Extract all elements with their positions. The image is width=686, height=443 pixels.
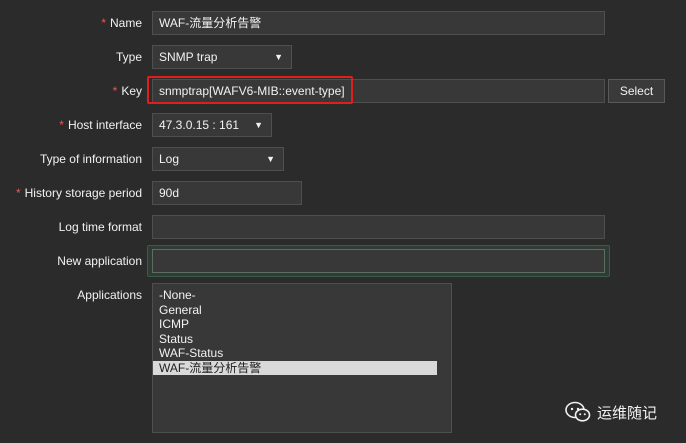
watermark: 运维随记 xyxy=(565,398,657,426)
row-host-interface: * Host interface 47.3.0.15 : 161 ▼ xyxy=(0,112,686,138)
key-highlight-box xyxy=(147,76,353,104)
required-marker: * xyxy=(59,118,64,132)
chevron-down-icon: ▼ xyxy=(266,154,275,164)
required-marker: * xyxy=(112,84,118,98)
name-input[interactable]: WAF-流量分析告警 xyxy=(152,11,605,35)
host-interface-value: 47.3.0.15 : 161 xyxy=(159,118,240,132)
applications-listbox[interactable]: -None- General ICMP Status WAF-Status WA… xyxy=(152,283,452,433)
watermark-text: 运维随记 xyxy=(597,403,658,422)
chevron-down-icon: ▼ xyxy=(274,52,283,62)
chevron-down-icon: ▼ xyxy=(254,120,263,130)
key-label: * Key xyxy=(112,84,142,98)
row-type: Type SNMP trap ▼ xyxy=(0,44,686,70)
new-application-label: New application xyxy=(57,254,142,268)
application-option[interactable]: General xyxy=(153,303,437,318)
row-history: * History storage period 90d xyxy=(0,180,686,206)
log-time-format-input[interactable] xyxy=(152,215,605,239)
row-log-time-format: Log time format xyxy=(0,214,686,240)
required-marker: * xyxy=(101,16,106,30)
type-select[interactable]: SNMP trap ▼ xyxy=(152,45,292,69)
wechat-icon xyxy=(565,401,591,423)
type-value: SNMP trap xyxy=(159,50,218,64)
type-of-information-value: Log xyxy=(159,152,180,166)
application-option[interactable]: ICMP xyxy=(153,317,437,332)
row-name: * Name WAF-流量分析告警 xyxy=(0,10,686,36)
row-new-application: New application xyxy=(0,245,686,277)
row-type-of-information: Type of information Log ▼ xyxy=(0,146,686,172)
application-option[interactable]: WAF-Status xyxy=(153,346,437,361)
type-of-information-select[interactable]: Log ▼ xyxy=(152,147,284,171)
history-input[interactable]: 90d xyxy=(152,181,302,205)
host-interface-select[interactable]: 47.3.0.15 : 161 ▼ xyxy=(152,113,272,137)
select-button[interactable]: Select xyxy=(608,79,665,103)
application-option[interactable]: Status xyxy=(153,332,437,347)
required-marker: * xyxy=(15,186,21,200)
host-interface-label: * Host interface xyxy=(59,118,142,132)
type-of-information-label: Type of information xyxy=(39,152,142,166)
history-label: * History storage period xyxy=(15,186,142,200)
log-time-format-label: Log time format xyxy=(58,220,142,234)
type-label: Type xyxy=(115,50,142,64)
application-option-selected[interactable]: WAF-流量分析告警 xyxy=(153,360,437,375)
application-option[interactable]: -None- xyxy=(153,288,437,303)
name-label: * Name xyxy=(101,16,142,30)
applications-label: Applications xyxy=(77,288,142,302)
row-key: * Key snmptrap[WAFV6-MIB::event-type] Sel… xyxy=(0,76,686,104)
item-form: * Name WAF-流量分析告警 Type SNMP trap ▼ * Key s… xyxy=(0,0,686,443)
new-application-input[interactable] xyxy=(152,249,605,273)
